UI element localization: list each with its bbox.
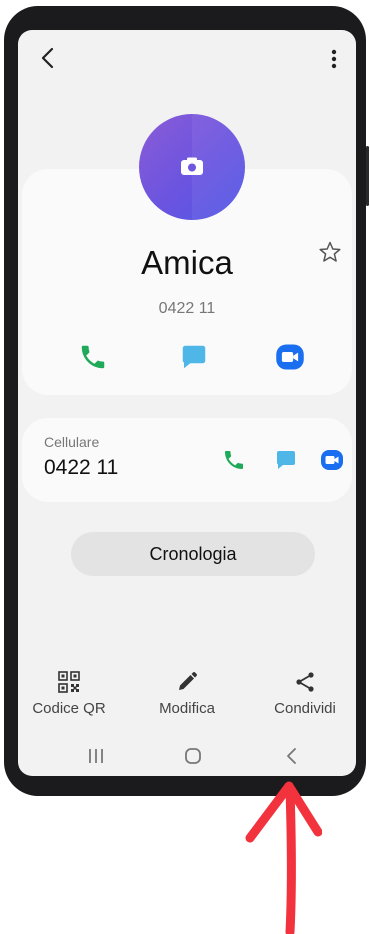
home-icon bbox=[185, 748, 201, 764]
nav-back-icon bbox=[287, 748, 296, 764]
system-nav-bar bbox=[18, 736, 356, 776]
side-button bbox=[366, 146, 369, 206]
recents-button[interactable] bbox=[84, 744, 108, 768]
call-icon bbox=[225, 451, 243, 469]
more-icon bbox=[331, 49, 337, 69]
share-icon bbox=[296, 672, 314, 692]
phone-number: 0422 11 bbox=[44, 456, 119, 479]
qr-code-label: Codice QR bbox=[32, 700, 106, 717]
top-bar bbox=[18, 30, 356, 90]
message-icon bbox=[276, 451, 295, 469]
nav-back-button[interactable] bbox=[280, 744, 304, 768]
phone-type-label: Cellulare bbox=[44, 434, 100, 450]
favorite-button[interactable] bbox=[318, 240, 342, 264]
message-button[interactable] bbox=[179, 342, 209, 372]
back-icon bbox=[41, 47, 54, 69]
card-message-button[interactable] bbox=[274, 448, 298, 472]
video-icon bbox=[276, 344, 304, 370]
qr-code-button[interactable]: Codice QR bbox=[18, 670, 124, 717]
annotation-arrow-icon bbox=[245, 781, 322, 934]
avatar[interactable] bbox=[139, 114, 245, 220]
share-button[interactable]: Condividi bbox=[250, 670, 356, 717]
bottom-action-bar: Codice QR Modifica Condividi bbox=[18, 670, 356, 730]
contact-number: 0422 11 bbox=[158, 300, 216, 317]
contact-name: Amica bbox=[141, 244, 233, 281]
edit-icon bbox=[179, 672, 197, 690]
video-icon bbox=[321, 450, 343, 470]
screen: Amica 0422 11 Cellulare 0422 11 Cronolog… bbox=[18, 30, 356, 776]
message-icon bbox=[182, 345, 206, 369]
camera-icon bbox=[181, 157, 203, 175]
star-icon bbox=[319, 241, 341, 262]
call-button[interactable] bbox=[78, 342, 108, 372]
share-label: Condividi bbox=[274, 700, 336, 717]
recents-icon bbox=[89, 749, 103, 763]
phone-frame: Amica 0422 11 Cellulare 0422 11 Cronolog… bbox=[4, 6, 369, 796]
back-button[interactable] bbox=[34, 44, 62, 72]
edit-button[interactable]: Modifica bbox=[132, 670, 242, 717]
edit-label: Modifica bbox=[159, 700, 215, 717]
card-call-button[interactable] bbox=[222, 448, 246, 472]
qr-icon bbox=[58, 671, 80, 693]
phone-number-card[interactable]: Cellulare 0422 11 bbox=[22, 418, 352, 502]
home-button[interactable] bbox=[181, 744, 205, 768]
call-icon bbox=[81, 345, 105, 369]
card-video-button[interactable] bbox=[320, 448, 344, 472]
quick-actions bbox=[18, 342, 356, 372]
history-button[interactable]: Cronologia bbox=[71, 532, 315, 576]
more-options-button[interactable] bbox=[322, 46, 346, 72]
video-call-button[interactable] bbox=[275, 342, 305, 372]
